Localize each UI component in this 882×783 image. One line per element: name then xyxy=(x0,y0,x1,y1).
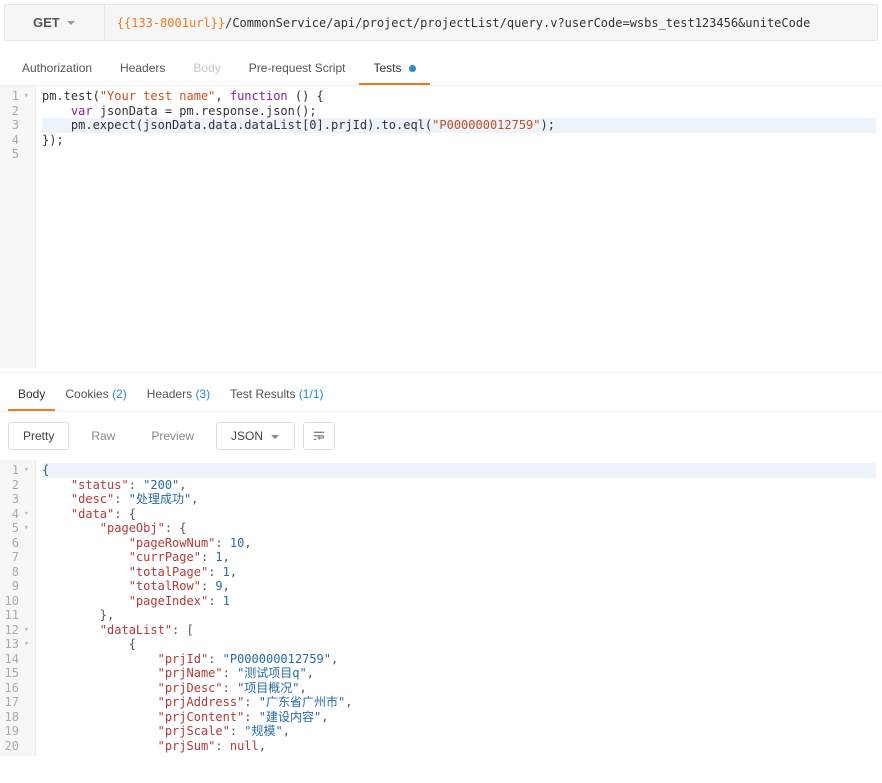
dirty-indicator-icon xyxy=(409,65,416,72)
resp-tab-headers[interactable]: Headers (3) xyxy=(137,379,220,411)
url-variable: {{133-8001url}} xyxy=(117,16,225,30)
view-preview-button[interactable]: Preview xyxy=(137,423,208,449)
method-label: GET xyxy=(33,15,60,30)
tab-authorization[interactable]: Authorization xyxy=(8,53,106,85)
resp-tab-body[interactable]: Body xyxy=(8,379,55,411)
format-select[interactable]: JSON xyxy=(216,422,295,450)
response-content[interactable]: { "status": "200", "desc": "处理成功", "data… xyxy=(36,460,882,756)
response-toolbar: Pretty Raw Preview JSON xyxy=(0,412,882,460)
tab-prerequest[interactable]: Pre-request Script xyxy=(235,53,360,85)
tab-body[interactable]: Body xyxy=(179,53,234,85)
headers-label: Headers xyxy=(147,387,192,401)
resp-tab-testresults[interactable]: Test Results (1/1) xyxy=(220,379,333,411)
tests-editor[interactable]: 1▾ 2 3 4 5 pm.test("Your test name", fun… xyxy=(0,86,882,368)
testresults-label: Test Results xyxy=(230,387,295,401)
http-method-select[interactable]: GET xyxy=(5,5,105,40)
url-bar: GET {{133-8001url}}/CommonService/api/pr… xyxy=(4,4,878,41)
editor-gutter: 1▾ 2 3 4 5 xyxy=(0,86,36,368)
tab-tests[interactable]: Tests xyxy=(359,53,429,85)
wrap-lines-button[interactable] xyxy=(303,422,335,450)
testresults-count: (1/1) xyxy=(299,387,324,401)
cookies-count: (2) xyxy=(112,387,127,401)
tab-headers[interactable]: Headers xyxy=(106,53,179,85)
response-gutter: 1▾234▾5▾6789101112▾13▾14151617181920 xyxy=(0,460,36,756)
wrap-icon xyxy=(312,429,326,443)
chevron-down-icon xyxy=(66,18,76,28)
response-tabs: Body Cookies (2) Headers (3) Test Result… xyxy=(0,372,882,412)
view-pretty-button[interactable]: Pretty xyxy=(8,422,69,450)
cookies-label: Cookies xyxy=(65,387,108,401)
chevron-down-icon xyxy=(270,432,280,442)
format-label: JSON xyxy=(231,429,263,443)
request-tabs: Authorization Headers Body Pre-request S… xyxy=(0,45,882,86)
resp-tab-cookies[interactable]: Cookies (2) xyxy=(55,379,136,411)
tab-tests-label: Tests xyxy=(373,61,401,75)
view-raw-button[interactable]: Raw xyxy=(77,423,129,449)
url-path: /CommonService/api/project/projectList/q… xyxy=(225,16,810,30)
headers-count: (3) xyxy=(195,387,210,401)
editor-content[interactable]: pm.test("Your test name", function () { … xyxy=(36,86,882,368)
url-input[interactable]: {{133-8001url}}/CommonService/api/projec… xyxy=(105,6,877,40)
response-body-editor[interactable]: 1▾234▾5▾6789101112▾13▾14151617181920 { "… xyxy=(0,460,882,756)
